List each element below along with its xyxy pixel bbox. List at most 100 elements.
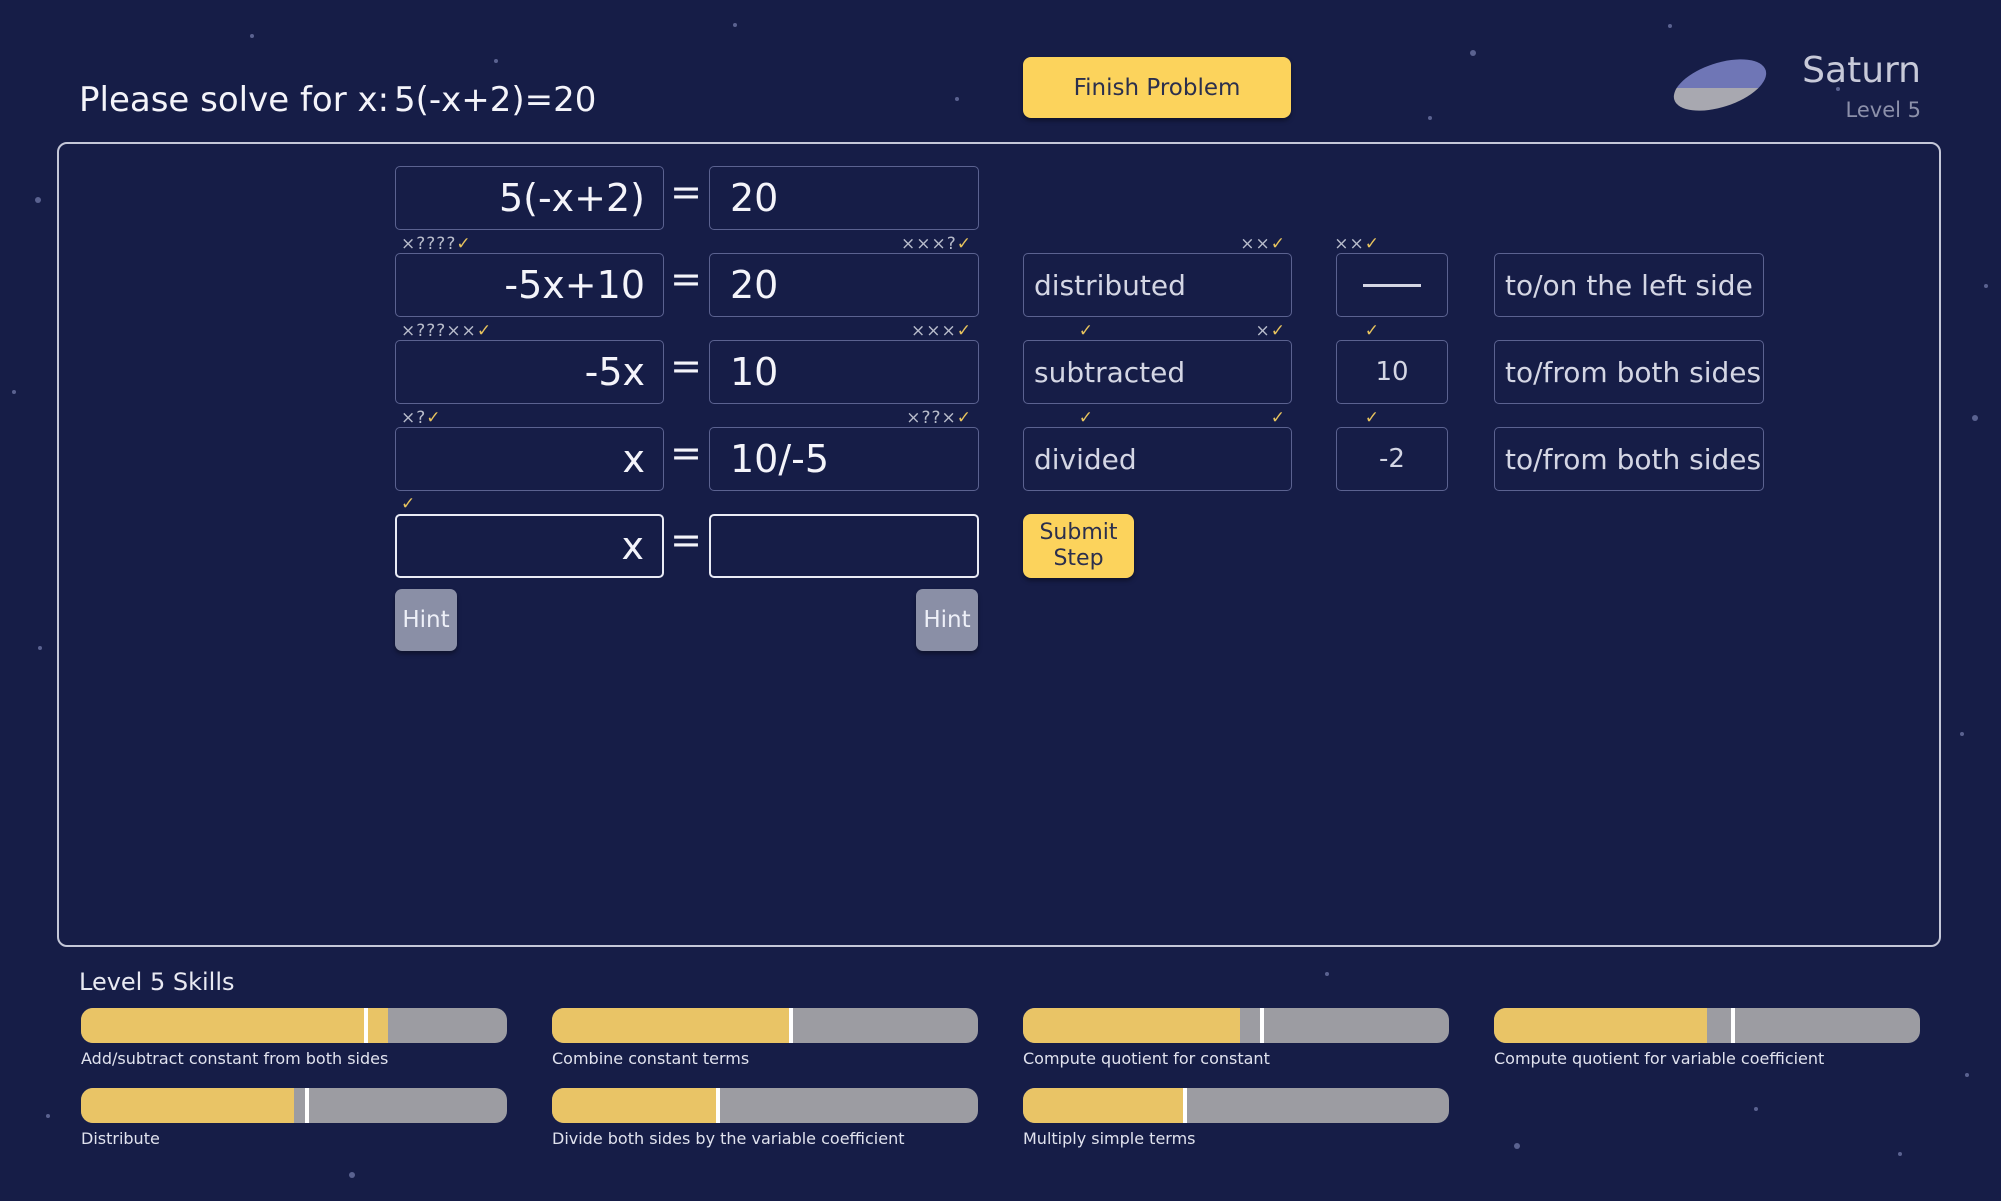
- mastery-marker: [1730, 1008, 1735, 1043]
- direction-field[interactable]: to/on the left side: [1494, 253, 1764, 317]
- skill-label: Divide both sides by the variable coeffi…: [552, 1129, 905, 1148]
- skill-bar: [1023, 1088, 1449, 1123]
- lhs-field[interactable]: x: [395, 427, 664, 491]
- star: [1754, 1107, 1758, 1111]
- skill-bar-fill: [552, 1008, 791, 1043]
- star: [1668, 24, 1672, 28]
- skill-label: Multiply simple terms: [1023, 1129, 1196, 1148]
- finish-problem-button[interactable]: Finish Problem: [1023, 57, 1291, 118]
- equals-sign: =: [670, 431, 702, 475]
- equals-sign: =: [670, 170, 702, 214]
- attempt-marks: ×????✓: [401, 234, 472, 254]
- mastery-marker: [1259, 1008, 1264, 1043]
- operation-field[interactable]: subtracted: [1023, 340, 1292, 404]
- star: [955, 97, 959, 101]
- operation-field[interactable]: distributed: [1023, 253, 1292, 317]
- equals-sign: =: [670, 518, 702, 562]
- attempt-marks: ××✓: [1334, 234, 1380, 254]
- skill-label: Compute quotient for constant: [1023, 1049, 1270, 1068]
- skill-bar-fill: [1023, 1008, 1241, 1043]
- rhs-field[interactable]: 20: [709, 166, 979, 230]
- attempt-marks: ×××✓: [911, 321, 972, 341]
- skill-bar: [1494, 1008, 1920, 1043]
- operand-field[interactable]: [1336, 253, 1448, 317]
- attempt-marks: ×?✓: [401, 408, 442, 428]
- attempt-marks: ×✓: [1255, 321, 1286, 341]
- star: [1960, 732, 1964, 736]
- star: [1325, 972, 1329, 976]
- direction-field[interactable]: to/from both sides: [1494, 427, 1764, 491]
- rhs-field[interactable]: 20: [709, 253, 979, 317]
- mastery-marker: [364, 1008, 369, 1043]
- submit-step-button[interactable]: Submit Step: [1023, 514, 1134, 578]
- lhs-field[interactable]: 5(-x+2): [395, 166, 664, 230]
- rhs-field[interactable]: 10: [709, 340, 979, 404]
- skill-bar: [552, 1088, 978, 1123]
- mastery-marker: [716, 1088, 721, 1123]
- skill-label: Distribute: [81, 1129, 160, 1148]
- skill-meter: Multiply simple terms: [1023, 1088, 1449, 1148]
- skills-title: Level 5 Skills: [79, 968, 235, 996]
- attempt-marks: ××✓: [1240, 234, 1286, 254]
- star: [349, 1172, 355, 1178]
- attempt-marks: ×???××✓: [401, 321, 493, 341]
- direction-field[interactable]: to/from both sides: [1494, 340, 1764, 404]
- operation-field[interactable]: divided: [1023, 427, 1292, 491]
- star: [1514, 1143, 1520, 1149]
- rhs-hint-button[interactable]: Hint: [916, 589, 978, 651]
- skill-bar-fill: [81, 1008, 388, 1043]
- skill-bar-fill: [1494, 1008, 1707, 1043]
- mastery-marker: [788, 1008, 793, 1043]
- skill-meter: Divide both sides by the variable coeffi…: [552, 1088, 978, 1148]
- lhs-field[interactable]: -5x+10: [395, 253, 664, 317]
- skill-bar: [81, 1008, 507, 1043]
- attempt-marks: ✓: [1364, 408, 1380, 428]
- star: [1428, 116, 1432, 120]
- skill-label: Compute quotient for variable coefficien…: [1494, 1049, 1825, 1068]
- lhs-field[interactable]: -5x: [395, 340, 664, 404]
- attempt-marks: ✓: [1078, 408, 1094, 428]
- skill-meter: Compute quotient for variable coefficien…: [1494, 1008, 1920, 1068]
- star: [1972, 415, 1978, 421]
- level-number: Level 5: [1845, 98, 1921, 122]
- skill-meter: Distribute: [81, 1088, 507, 1148]
- attempt-marks: ×??×✓: [906, 408, 972, 428]
- star: [12, 390, 16, 394]
- mastery-marker: [304, 1088, 309, 1123]
- lhs-field[interactable]: x: [395, 514, 664, 578]
- equals-sign: =: [670, 257, 702, 301]
- star: [46, 1114, 50, 1118]
- star: [1984, 284, 1988, 288]
- skill-label: Add/subtract constant from both sides: [81, 1049, 389, 1068]
- star: [250, 34, 254, 38]
- star: [733, 23, 737, 27]
- blank-dash: [1363, 283, 1421, 287]
- star: [38, 646, 42, 650]
- star: [35, 197, 41, 203]
- level-name: Saturn: [1802, 50, 1921, 91]
- equals-sign: =: [670, 344, 702, 388]
- attempt-marks: ✓: [401, 494, 417, 514]
- attempt-marks: ✓: [1364, 321, 1380, 341]
- attempt-marks: ✓: [1270, 408, 1286, 428]
- operand-field[interactable]: 10: [1336, 340, 1448, 404]
- star: [1470, 50, 1476, 56]
- skill-meter: Add/subtract constant from both sides: [81, 1008, 507, 1068]
- rhs-field[interactable]: 10/-5: [709, 427, 979, 491]
- skill-bar: [1023, 1008, 1449, 1043]
- problem-equation: 5(-x+2)=20: [394, 80, 597, 120]
- problem-prompt: Please solve for x:: [79, 80, 390, 120]
- lhs-hint-button[interactable]: Hint: [395, 589, 457, 651]
- attempt-marks: ×××?✓: [900, 234, 972, 254]
- attempt-marks: ✓: [1078, 321, 1094, 341]
- answer-input[interactable]: [709, 514, 979, 578]
- skill-meter: Combine constant terms: [552, 1008, 978, 1068]
- mastery-marker: [1182, 1088, 1187, 1123]
- skill-label: Combine constant terms: [552, 1049, 750, 1068]
- skill-bar-fill: [552, 1088, 719, 1123]
- star: [494, 59, 498, 63]
- operand-field[interactable]: -2: [1336, 427, 1448, 491]
- skill-bar-fill: [1023, 1088, 1185, 1123]
- star: [1965, 1073, 1969, 1077]
- skill-bar: [552, 1008, 978, 1043]
